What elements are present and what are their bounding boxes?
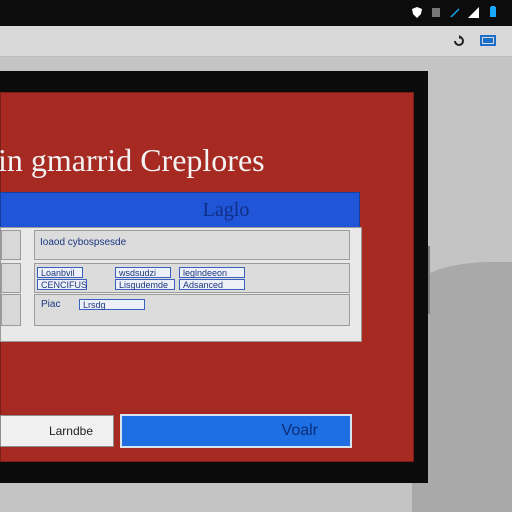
row-label-box [1, 263, 21, 293]
dialog-window: in gmarrid Creplores Laglo Ioaod cybosps… [0, 92, 414, 462]
field-chip[interactable]: Adsanced [179, 279, 245, 290]
status-bar [0, 0, 512, 26]
wifi-icon [468, 6, 479, 18]
shield-icon [411, 6, 422, 18]
field-chip[interactable]: CENCIFUS [37, 279, 87, 290]
window-icon[interactable] [480, 34, 496, 52]
panel-header: Laglo [0, 192, 360, 228]
form-panel: Ioaod cybospsesde Loanbvil wsdsudzi legl… [0, 227, 362, 342]
sim-icon [430, 6, 441, 18]
app-toolbar [0, 26, 512, 57]
refresh-icon[interactable] [452, 34, 466, 52]
window-title: in gmarrid Creplores [0, 142, 265, 178]
field-chip[interactable]: wsdsudzi [115, 267, 171, 278]
text-field-3-value: Piac [41, 299, 61, 310]
text-field-1[interactable]: Ioaod cybospsesde [34, 230, 350, 260]
field-chip[interactable]: Loanbvil [37, 267, 83, 278]
row-label-box [1, 294, 21, 326]
field-chip[interactable]: Lisgudemde [115, 279, 175, 290]
signal-icon [449, 6, 460, 18]
panel-header-label: Laglo [202, 199, 250, 221]
text-field-3[interactable]: Piac Lrsdg [34, 294, 350, 326]
field-chip[interactable]: Lrsdg [79, 299, 145, 310]
primary-button[interactable]: Voalr [120, 414, 352, 448]
text-field-1-value: Ioaod cybospsesde [40, 237, 127, 248]
secondary-button[interactable]: Larndbe [0, 415, 114, 447]
text-field-2[interactable]: Loanbvil wsdsudzi leglndeeon CENCIFUS Li… [34, 263, 350, 293]
row-label-box [1, 230, 21, 260]
field-chip[interactable]: leglndeeon [179, 267, 245, 278]
battery-icon [487, 6, 498, 18]
